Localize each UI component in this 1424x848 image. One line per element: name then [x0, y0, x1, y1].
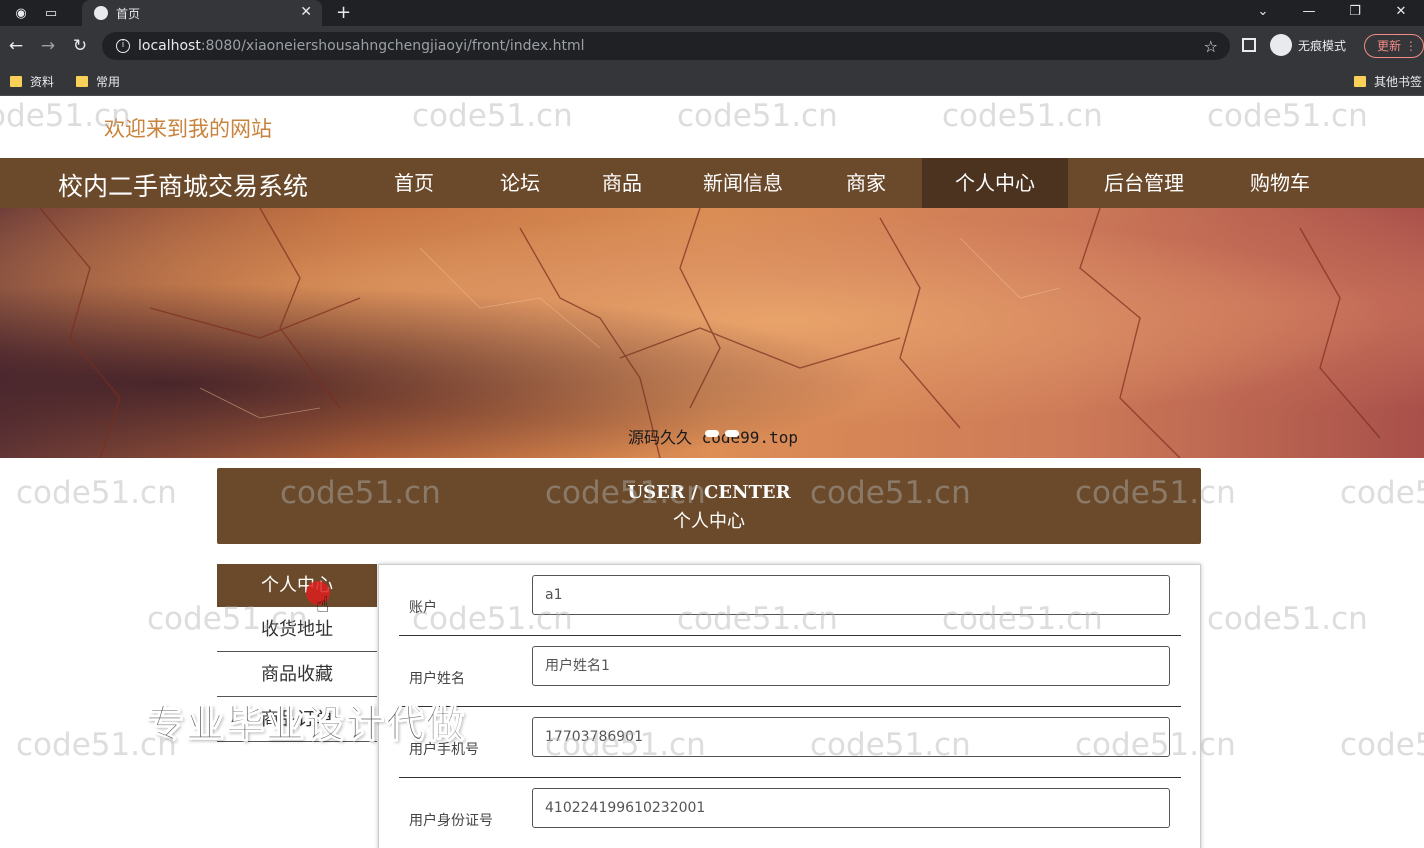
site-info-icon[interactable]: i — [116, 39, 130, 53]
browser-tab[interactable]: 首页 ✕ — [82, 0, 322, 26]
watermark: code51.cn — [1207, 98, 1368, 134]
promo-overlay: 专业毕业设计代做 — [145, 702, 467, 747]
pointer-hand-icon: ☝ — [316, 593, 330, 618]
bookmark-label: 资料 — [30, 75, 55, 89]
watermark: code51.cn — [677, 601, 838, 637]
nav-forum[interactable]: 论坛 — [478, 158, 562, 208]
update-label: 更新 — [1377, 39, 1402, 53]
tab-favicon-icon — [94, 6, 108, 20]
watermark: code51.cn — [1340, 475, 1424, 511]
watermark: code51.cn — [545, 727, 706, 763]
update-button[interactable]: 更新 ⋮ — [1364, 34, 1424, 58]
watermark: code51.cn — [147, 601, 308, 637]
other-bookmarks-label: 其他书签 — [1374, 75, 1423, 89]
incognito-icon — [1270, 34, 1292, 56]
id-card-input[interactable]: 410224199610232001 — [532, 788, 1170, 828]
back-icon[interactable]: ← — [0, 36, 32, 56]
name-input[interactable]: 用户姓名1 — [532, 646, 1170, 686]
folder-icon — [10, 76, 22, 87]
form-row-id-card: 用户身份证号 410224199610232001 — [399, 778, 1181, 848]
url-host: localhost — [138, 38, 201, 54]
watermark: code51.cn — [280, 475, 441, 511]
folder-icon — [1354, 76, 1366, 87]
site-brand[interactable]: 校内二手商城交易系统 — [58, 167, 308, 203]
watermark: code51.cn — [1340, 727, 1424, 763]
sidebar-item-favorites[interactable]: 商品收藏 — [217, 652, 377, 697]
other-bookmarks[interactable]: 其他书签 — [1354, 73, 1422, 90]
watermark: code51.cn — [1075, 475, 1236, 511]
browser-globe-icon[interactable]: ◉ — [12, 4, 30, 22]
form-row-name: 用户姓名 用户姓名1 — [399, 636, 1181, 707]
marble-cracks — [39, 208, 1381, 458]
reload-icon[interactable]: ↻ — [64, 36, 96, 56]
watermark: code51.cn — [1207, 601, 1368, 637]
nav-merchants[interactable]: 商家 — [824, 158, 908, 208]
address-bar: ← → ↻ i localhost :8080/xiaoneiershousah… — [0, 26, 1424, 66]
incognito-label: 无痕模式 — [1298, 38, 1347, 53]
nav-products[interactable]: 商品 — [580, 158, 664, 208]
nav-admin[interactable]: 后台管理 — [1088, 158, 1200, 208]
tab-search-icon[interactable]: ▭ — [42, 4, 60, 22]
new-tab-icon[interactable]: + — [336, 2, 351, 23]
watermark: code51.cn — [412, 98, 573, 134]
bookmark-folder-1[interactable]: 资料 — [10, 73, 54, 90]
nav-user-center[interactable]: 个人中心 — [922, 158, 1068, 208]
nav-cart[interactable]: 购物车 — [1234, 158, 1326, 208]
browser-tabbar: ◉ ▭ 首页 ✕ + ⌄ — ❐ ✕ — [0, 0, 1424, 26]
bookmark-label: 常用 — [96, 75, 121, 89]
nav-home[interactable]: 首页 — [372, 158, 456, 208]
url-path: :8080/xiaoneiershousahngchengjiaoyi/fron… — [200, 38, 585, 54]
watermark: code51.cn — [16, 727, 177, 763]
tab-title: 首页 — [116, 6, 141, 21]
carousel-dots — [705, 430, 739, 437]
watermark: code51.cn — [810, 475, 971, 511]
tab-list-icon[interactable]: ⌄ — [1240, 0, 1286, 26]
form-row-phone: 用户手机号 17703786901 — [399, 707, 1181, 778]
restore-icon[interactable]: ❐ — [1332, 0, 1378, 26]
tab-close-icon[interactable]: ✕ — [300, 4, 312, 20]
folder-icon — [76, 76, 88, 87]
carousel-dot[interactable] — [705, 430, 719, 437]
side-panel-icon[interactable] — [1242, 38, 1256, 52]
watermark: code51.cn — [1075, 727, 1236, 763]
name-label: 用户姓名 — [409, 671, 465, 687]
id-card-label: 用户身份证号 — [409, 813, 493, 829]
watermark: code51.cn — [412, 601, 573, 637]
bookmarks-bar: 资料 常用 其他书签 — [0, 66, 1424, 96]
watermark: code51.cn — [677, 98, 838, 134]
window-close-icon[interactable]: ✕ — [1378, 0, 1424, 26]
watermark: code51.cn — [942, 601, 1103, 637]
banner-image: 源码久久 code99.top — [0, 208, 1424, 458]
watermark: code51.cn — [16, 475, 177, 511]
nav-news[interactable]: 新闻信息 — [688, 158, 798, 208]
page: 欢迎来到我的网站 校内二手商城交易系统 首页 论坛 商品 新闻信息 商家 个人中… — [0, 97, 1424, 848]
forward-icon[interactable]: → — [32, 36, 64, 56]
incognito-indicator[interactable]: 无痕模式 — [1270, 34, 1346, 56]
url-input[interactable]: i localhost :8080/xiaoneiershousahngchen… — [102, 32, 1230, 60]
main-navbar: 校内二手商城交易系统 首页 论坛 商品 新闻信息 商家 个人中心 后台管理 购物… — [0, 158, 1424, 208]
carousel-dot[interactable] — [725, 430, 739, 437]
watermark: code51.cn — [0, 98, 131, 134]
bookmark-folder-2[interactable]: 常用 — [76, 73, 120, 90]
watermark: code51.cn — [545, 475, 706, 511]
window-controls: ⌄ — ❐ ✕ — [1240, 0, 1424, 26]
minimize-icon[interactable]: — — [1286, 0, 1332, 26]
bookmark-star-icon[interactable]: ☆ — [1204, 37, 1218, 56]
watermark: code51.cn — [810, 727, 971, 763]
watermark: code51.cn — [942, 98, 1103, 134]
